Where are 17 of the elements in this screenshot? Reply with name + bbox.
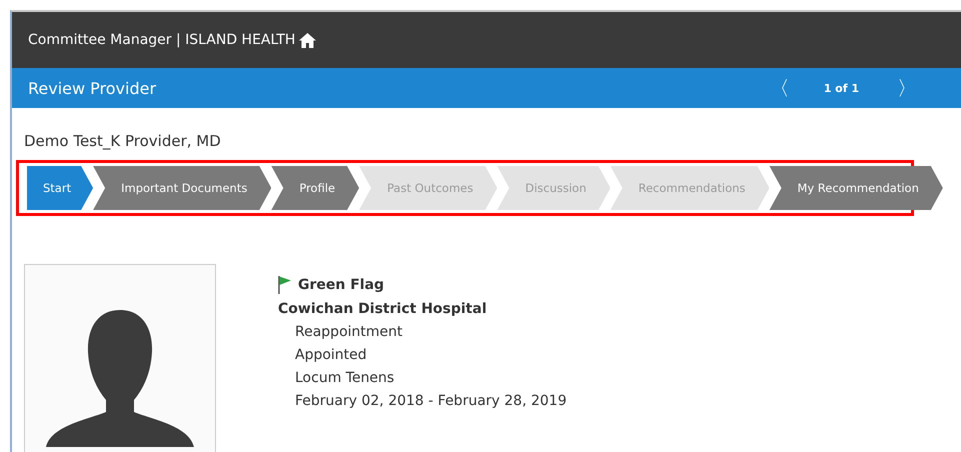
next-button[interactable]: 〉 xyxy=(893,74,921,102)
provider-name: Demo Test_K Provider, MD xyxy=(24,132,222,150)
wizard-step[interactable]: Profile xyxy=(271,166,360,210)
previous-button[interactable]: 〈 xyxy=(766,74,794,102)
detail-line: Appointed xyxy=(295,347,368,363)
page-position: 1 of 1 xyxy=(824,82,859,94)
facility-name: Cowichan District Hospital xyxy=(278,301,488,317)
detail-line: Locum Tenens xyxy=(295,370,396,386)
detail-line: Reappointment xyxy=(295,324,404,340)
page-title: Review Provider xyxy=(28,78,158,98)
app-title: Committee Manager | ISLAND HEALTH xyxy=(28,32,296,48)
flag-label: Green Flag xyxy=(298,277,384,293)
wizard-step[interactable]: Important Documents xyxy=(93,166,272,210)
wizard-step[interactable]: Start xyxy=(27,166,94,210)
detail-line: February 02, 2018 - February 28, 2019 xyxy=(295,393,567,409)
wizard-step[interactable]: My Recommendation xyxy=(769,166,943,210)
home-icon[interactable] xyxy=(299,32,316,48)
